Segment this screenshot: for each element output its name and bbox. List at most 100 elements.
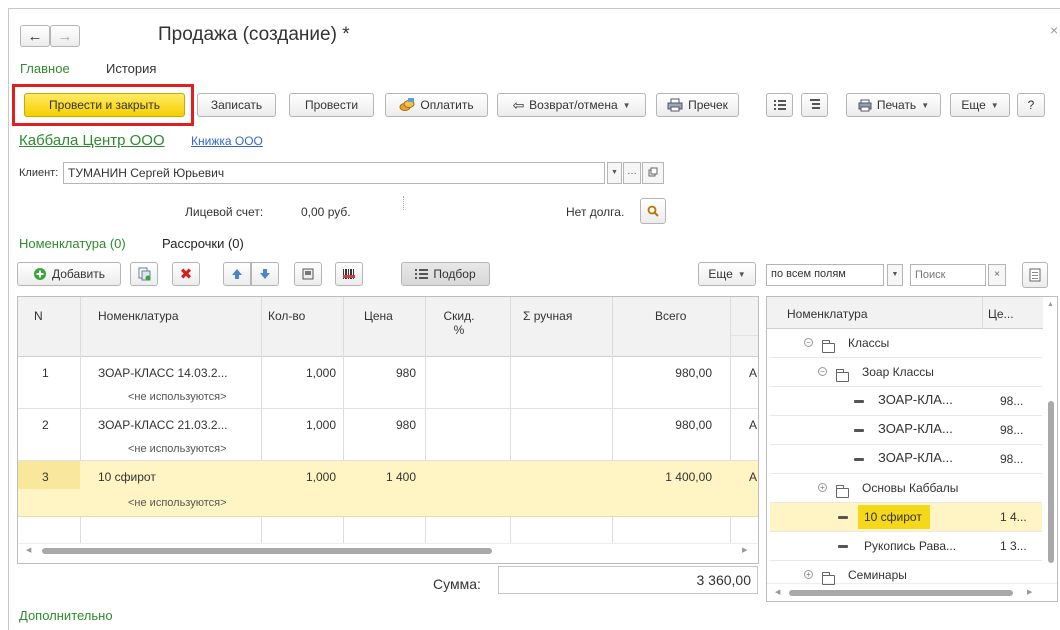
chevron-down-icon: ▼ xyxy=(737,269,746,279)
tab-history[interactable]: История xyxy=(106,61,156,76)
search-mode-value: по всем полям xyxy=(771,268,846,280)
col-header-nomenclature[interactable]: Номенклатура xyxy=(98,309,179,323)
report-view-button[interactable] xyxy=(801,93,828,117)
tree-label: 10 сфирот xyxy=(864,510,922,524)
delete-row-button[interactable]: ✖ xyxy=(172,262,200,286)
help-button[interactable]: ? xyxy=(1017,93,1045,117)
post-and-close-button[interactable]: Провести и закрыть xyxy=(24,93,185,117)
table-header xyxy=(18,297,758,357)
tree-folder-zohar-classes[interactable]: − Зоар Классы xyxy=(770,358,1042,387)
table-row[interactable]: 2 ЗОАР-КЛАСС 21.03.2... <не используются… xyxy=(18,409,758,461)
tree-vertical-scrollbar[interactable]: ▲ xyxy=(1043,297,1057,583)
tree-col-divider xyxy=(982,297,983,329)
tree-item[interactable]: ЗОАР-КЛА... 98... xyxy=(770,416,1042,445)
item-icon xyxy=(838,516,848,519)
tab-main[interactable]: Главное xyxy=(20,61,70,76)
row-characteristics: <не используются> xyxy=(128,391,227,403)
col-header-n[interactable]: N xyxy=(34,309,43,323)
forward-button[interactable]: → xyxy=(50,25,80,47)
return-button[interactable]: ⇦ Возврат/отмена ▼ xyxy=(497,93,646,117)
col-header-qty[interactable]: Кол-во xyxy=(268,309,305,323)
barcode-button[interactable] xyxy=(294,262,322,286)
expand-icon[interactable]: + xyxy=(804,570,813,579)
tree-folder-seminars[interactable]: + Семинары xyxy=(770,561,1042,590)
scroll-left-icon[interactable]: ◀ xyxy=(26,546,31,554)
header-subline xyxy=(730,335,758,336)
search-clear-button[interactable]: × xyxy=(988,264,1006,286)
table-more-button[interactable]: Еще ▼ xyxy=(698,262,756,286)
list-icon xyxy=(415,268,429,280)
tree-item-selected[interactable]: 10 сфирот 1 4... xyxy=(770,503,1042,532)
save-button[interactable]: Записать xyxy=(197,93,276,117)
client-dropdown-button[interactable]: ▼ xyxy=(607,162,622,184)
series-button[interactable] xyxy=(335,262,363,286)
client-select-button[interactable]: … xyxy=(623,162,641,184)
sum-field: 3 360,00 xyxy=(498,566,758,594)
row-total: 1 400,00 xyxy=(665,470,712,484)
col-header-price[interactable]: Цена xyxy=(364,309,393,323)
client-field[interactable]: ТУМАНИН Сергей Юрьевич xyxy=(63,162,605,184)
col-header-discount[interactable]: Скид. % xyxy=(441,309,477,337)
item-icon xyxy=(838,545,848,548)
list-view-button[interactable] xyxy=(766,93,793,117)
row-number: 3 xyxy=(42,470,49,484)
tree-col-price[interactable]: Це... xyxy=(988,307,1014,321)
move-up-button[interactable] xyxy=(223,262,251,286)
tree-scrollbar-thumb[interactable] xyxy=(1048,401,1054,563)
expand-icon[interactable]: + xyxy=(818,483,827,492)
tree-folder-classes[interactable]: − Классы xyxy=(770,329,1042,358)
folder-icon xyxy=(835,368,849,382)
save-label: Записать xyxy=(210,98,263,112)
delete-icon: ✖ xyxy=(179,266,193,283)
col-header-total[interactable]: Всего xyxy=(655,309,686,323)
client-label: Клиент: xyxy=(19,167,59,179)
company-link[interactable]: Каббала Центр ООО xyxy=(19,132,165,149)
col-header-manual-sum[interactable]: Σ ручная xyxy=(523,309,572,323)
book-link[interactable]: Книжка ООО xyxy=(191,134,263,148)
additional-section[interactable]: Дополнительно xyxy=(19,608,113,623)
tab-installments[interactable]: Рассрочки (0) xyxy=(162,236,244,251)
move-down-button[interactable] xyxy=(251,262,279,286)
search-mode-select[interactable]: по всем полям xyxy=(766,264,884,286)
debt-status: Нет долга. xyxy=(566,205,625,219)
row-extra: А xyxy=(749,470,758,484)
row-name: 10 сфирот xyxy=(98,470,156,484)
collapse-icon[interactable]: − xyxy=(818,367,827,376)
tree-folder-kabbalah-basics[interactable]: + Основы Каббалы xyxy=(770,474,1042,503)
close-icon[interactable]: × xyxy=(1050,22,1058,38)
row-name: ЗОАР-КЛАСС 21.03.2... xyxy=(98,418,228,432)
search-mode-dropdown[interactable]: ▼ xyxy=(887,264,903,286)
search-debt-button[interactable] xyxy=(640,198,666,224)
item-icon xyxy=(854,458,864,461)
search-input[interactable] xyxy=(910,264,986,286)
table-row-selected[interactable]: 3 10 сфирот <не используются> 1,000 1 40… xyxy=(18,461,758,517)
table-row[interactable]: 1 ЗОАР-КЛАСС 14.03.2... <не используются… xyxy=(18,357,758,409)
tree-hscroll-thumb[interactable] xyxy=(789,590,1013,596)
add-button[interactable]: Добавить xyxy=(17,262,121,286)
chevron-down-icon: ▼ xyxy=(622,100,631,110)
chevron-down-icon: ▼ xyxy=(921,100,930,110)
copy-row-button[interactable] xyxy=(130,262,158,286)
tree-item[interactable]: ЗОАР-КЛА... 98... xyxy=(770,387,1042,416)
scroll-up-icon[interactable]: ▲ xyxy=(1047,301,1054,308)
scroll-right-icon[interactable]: ▶ xyxy=(742,546,747,554)
print-button[interactable]: Печать ▼ xyxy=(846,93,941,117)
scrollbar-thumb[interactable] xyxy=(42,548,492,554)
back-button[interactable]: ← xyxy=(20,25,50,47)
precheck-button[interactable]: Пречек xyxy=(656,93,739,117)
tree-item[interactable]: ЗОАР-КЛА... 98... xyxy=(770,445,1042,474)
tree-label: ЗОАР-КЛА... xyxy=(878,450,953,465)
tree-col-nomenclature[interactable]: Номенклатура xyxy=(787,307,868,321)
pay-button[interactable]: Оплатить xyxy=(385,93,488,117)
pick-button[interactable]: Подбор xyxy=(401,262,490,286)
collapse-icon[interactable]: − xyxy=(804,338,813,347)
tab-nomenclature[interactable]: Номенклатура (0) xyxy=(19,236,126,251)
row-price: 1 400 xyxy=(385,470,416,484)
printer-icon xyxy=(858,99,872,112)
more-button[interactable]: Еще ▼ xyxy=(950,93,1010,117)
horizontal-scrollbar[interactable]: ◀ ▶ xyxy=(18,543,758,557)
client-open-button[interactable] xyxy=(642,162,664,184)
post-button[interactable]: Провести xyxy=(289,93,374,117)
tree-item[interactable]: Рукопись Рава... 1 3... xyxy=(770,532,1042,561)
panel-settings-button[interactable] xyxy=(1022,262,1048,288)
